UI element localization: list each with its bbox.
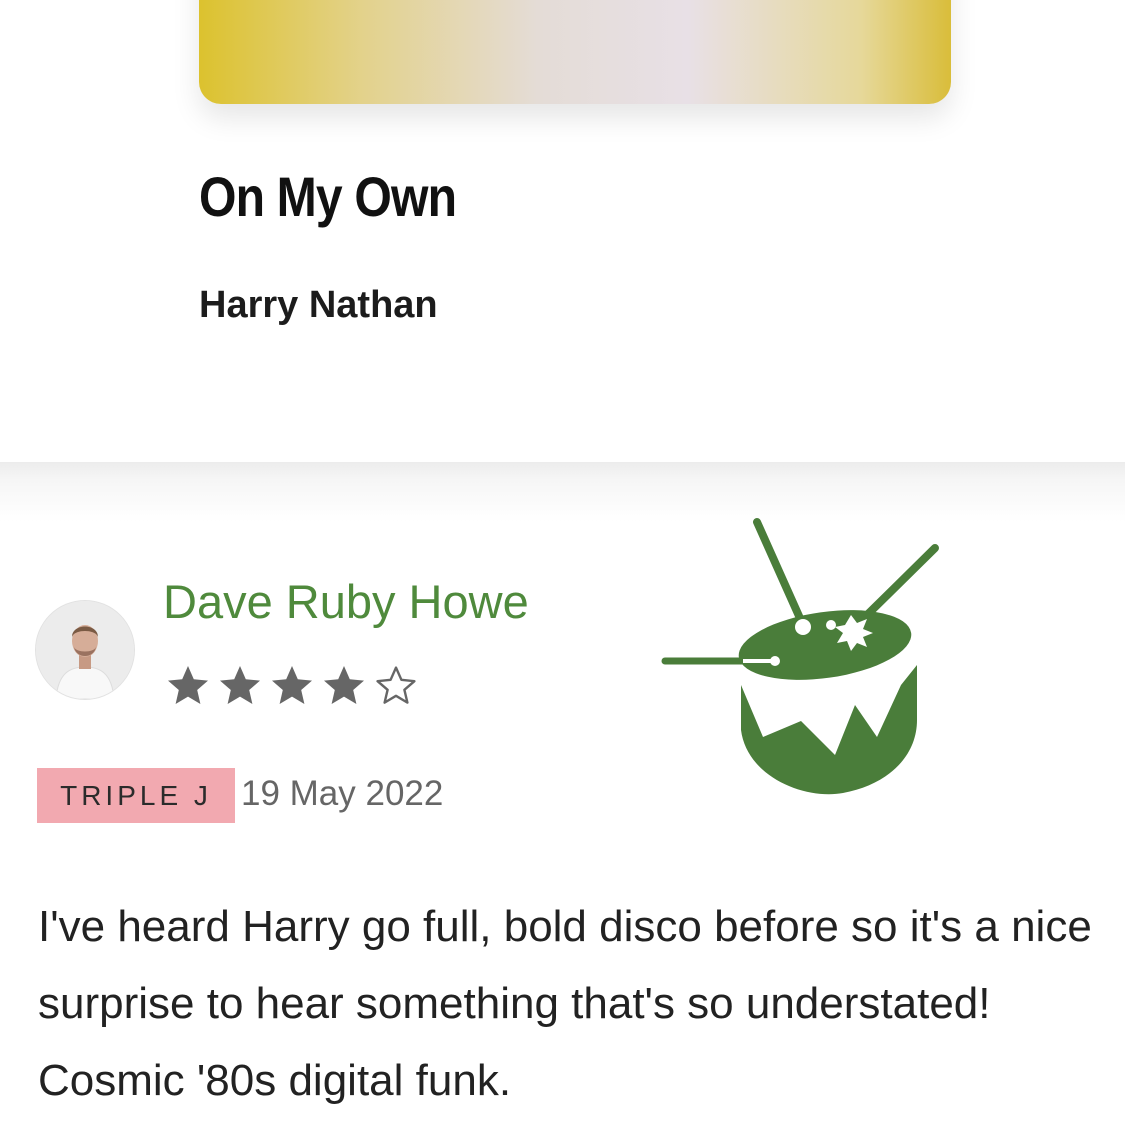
- reviewer-name[interactable]: Dave Ruby Howe: [163, 574, 529, 629]
- song-title: On My Own: [199, 165, 457, 228]
- star-outline-icon: [376, 666, 416, 704]
- reviewer-avatar: [36, 601, 134, 699]
- avatar-icon: [36, 601, 134, 699]
- album-artwork: [199, 0, 951, 104]
- star-filled-icon: [168, 666, 208, 704]
- star-filled-icon: [272, 666, 312, 704]
- star-rating: [163, 662, 421, 710]
- artist-name[interactable]: Harry Nathan: [199, 284, 438, 327]
- triple-j-drum-logo: [661, 518, 939, 795]
- star-filled-icon: [324, 666, 364, 704]
- review-text: I've heard Harry go full, bold disco bef…: [38, 902, 1092, 1105]
- review-date: 19 May 2022: [241, 774, 444, 813]
- star-filled-icon: [220, 666, 260, 704]
- song-review-page: On My Own Harry Nathan Dave Ruby Howe TR…: [0, 0, 1125, 1122]
- station-badge[interactable]: TRIPLE J: [37, 768, 235, 823]
- section-divider: [0, 462, 1125, 522]
